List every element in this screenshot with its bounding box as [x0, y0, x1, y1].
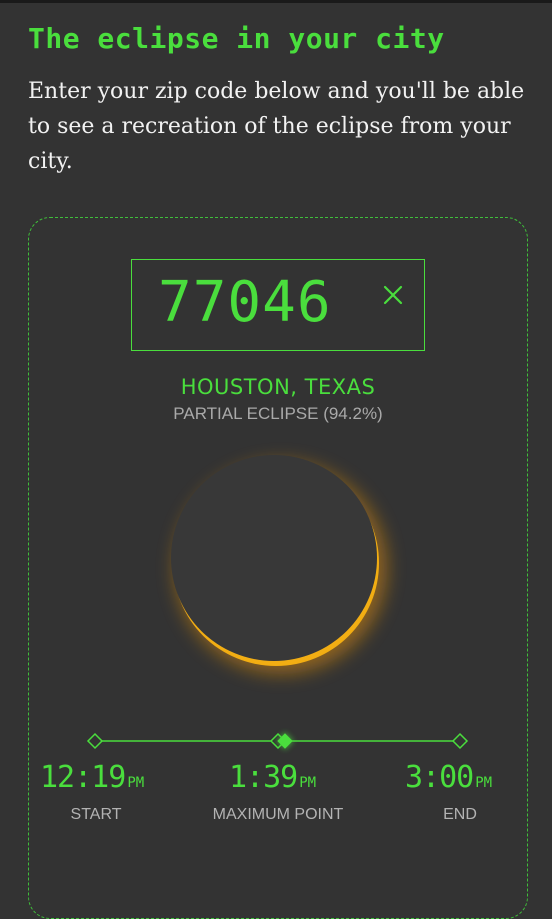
intro-text: Enter your zip code below and you'll be … [28, 79, 525, 174]
moon [171, 455, 377, 661]
end-time-value: 3:00 [405, 760, 474, 795]
top-edge [0, 0, 552, 3]
eclipse-type: PARTIAL ECLIPSE (94.2%) [173, 404, 383, 423]
diamond-icon [451, 732, 469, 750]
zip-value[interactable]: 77046 [158, 272, 332, 334]
start-label: START [70, 806, 122, 823]
close-icon[interactable] [380, 282, 406, 308]
eclipse-timeline [85, 728, 470, 754]
page-title: The eclipse in your city [28, 22, 445, 55]
end-time: 3:00 PM [405, 760, 492, 800]
max-time: 1:39 PM [229, 760, 316, 800]
start-time: 12:19 PM [40, 760, 144, 800]
end-time-ampm: PM [475, 775, 493, 791]
location-name: HOUSTON, TEXAS [180, 375, 376, 399]
zip-input[interactable]: 77046 [131, 259, 425, 351]
end-label: END [443, 806, 477, 823]
eclipse-visual [148, 440, 408, 700]
diamond-icon [86, 732, 104, 750]
start-time-value: 12:19 [40, 760, 126, 795]
max-time-value: 1:39 [229, 760, 298, 795]
start-time-ampm: PM [127, 775, 145, 791]
max-label: MAXIMUM POINT [212, 806, 344, 823]
max-time-ampm: PM [299, 775, 317, 791]
